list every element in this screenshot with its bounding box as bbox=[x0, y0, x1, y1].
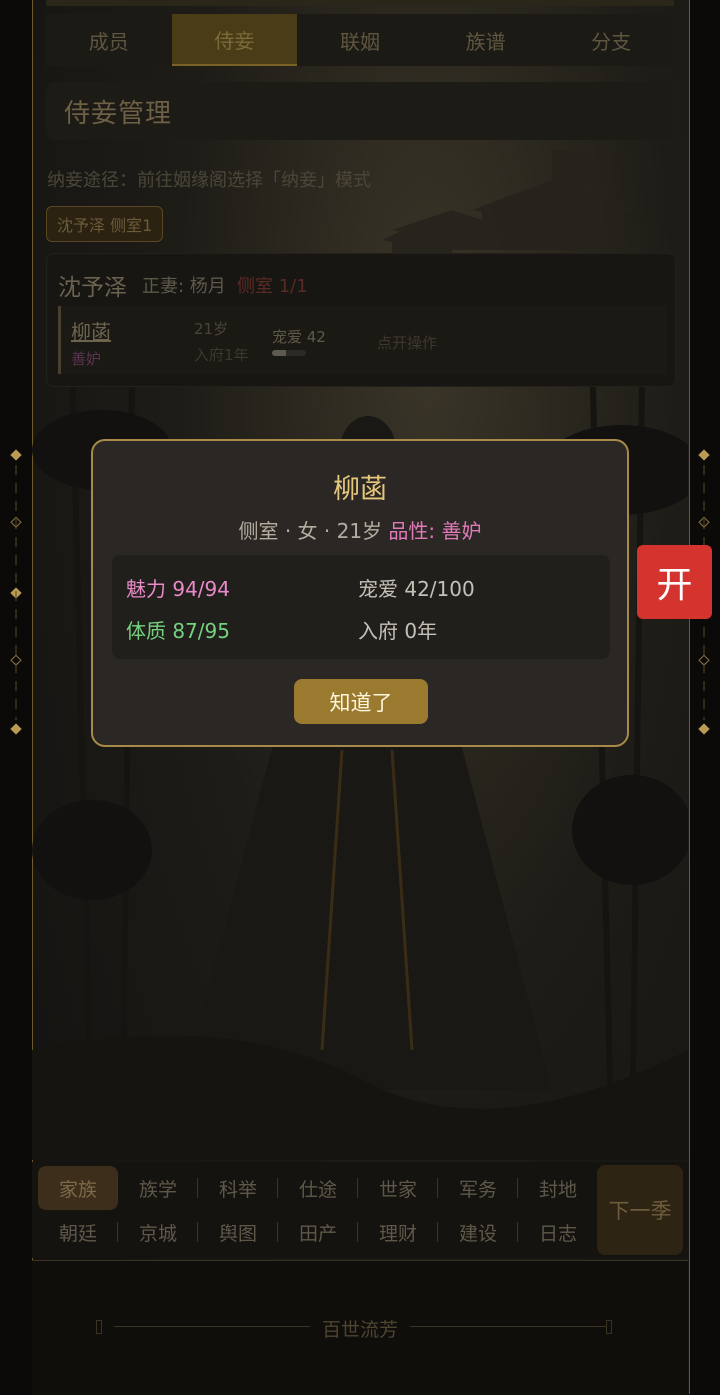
charm-stat: 魅力 94/94 bbox=[126, 577, 230, 601]
nav-career[interactable]: 仕途 bbox=[278, 1166, 358, 1210]
dialog-trait: 品性: 善妒 bbox=[388, 519, 482, 543]
tab-genealogy[interactable]: 族谱 bbox=[423, 14, 549, 66]
favor-bar bbox=[272, 350, 306, 356]
section-title: 侍妾管理 bbox=[46, 82, 674, 140]
nav-estate[interactable]: 田产 bbox=[278, 1210, 358, 1254]
acquire-hint: 纳妾途径：前往姻缘阁选择「纳妾」模式 bbox=[47, 170, 371, 191]
open-float-button[interactable]: 开 bbox=[637, 545, 712, 619]
nav-finance[interactable]: 理财 bbox=[358, 1210, 438, 1254]
favor-stat: 宠爱 42/100 bbox=[358, 577, 475, 601]
nav-fief[interactable]: 封地 bbox=[518, 1166, 598, 1210]
favor-label: 宠爱 42 bbox=[272, 328, 326, 346]
nav-exam[interactable]: 科举 bbox=[198, 1166, 278, 1210]
bottom-nav: 家族 族学 科举 仕途 世家 军务 封地 朝廷 京城 舆图 田产 理财 建设 日… bbox=[32, 1162, 688, 1258]
concubine-since: 入府1年 bbox=[194, 346, 249, 364]
wife-label: 正妻: 杨月 bbox=[142, 276, 226, 297]
concubine-name[interactable]: 柳菡 bbox=[71, 316, 111, 345]
favor-bar-fill bbox=[272, 350, 287, 356]
concubine-trait: 善妒 bbox=[71, 350, 102, 368]
nav-clan-school[interactable]: 族学 bbox=[118, 1166, 198, 1210]
tab-branches[interactable]: 分支 bbox=[548, 14, 674, 66]
tab-marriage[interactable]: 联姻 bbox=[297, 14, 423, 66]
nav-grid: 家族 族学 科举 仕途 世家 军务 封地 朝廷 京城 舆图 田产 理财 建设 日… bbox=[38, 1166, 598, 1256]
tab-concubines[interactable]: 侍妾 bbox=[171, 14, 298, 66]
dialog-subtitle: 侧室 · 女 · 21岁 品性: 善妒 bbox=[93, 515, 627, 544]
member-card: 沈予泽 正妻: 杨月 侧室 1/1 柳菡 善妒 21岁 入府1年 宠爱 42 点… bbox=[46, 253, 676, 387]
footer-right-line bbox=[410, 1326, 606, 1327]
nav-map[interactable]: 舆图 bbox=[198, 1210, 278, 1254]
footer-right-cap bbox=[606, 1320, 612, 1334]
nav-court[interactable]: 朝廷 bbox=[38, 1210, 118, 1254]
tab-members[interactable]: 成员 bbox=[46, 14, 172, 66]
concubine-count: 侧室 1/1 bbox=[237, 276, 308, 297]
tap-to-operate: 点开操作 bbox=[377, 334, 438, 352]
nav-clans[interactable]: 世家 bbox=[358, 1166, 438, 1210]
health-stat: 体质 87/95 bbox=[126, 619, 230, 643]
nav-log[interactable]: 日志 bbox=[518, 1210, 598, 1254]
nav-capital[interactable]: 京城 bbox=[118, 1210, 198, 1254]
years-stat: 入府 0年 bbox=[358, 619, 438, 643]
ok-button[interactable]: 知道了 bbox=[294, 679, 428, 724]
concubine-row[interactable]: 柳菡 善妒 21岁 入府1年 宠爱 42 点开操作 bbox=[58, 306, 667, 374]
concubine-age: 21岁 bbox=[194, 320, 229, 338]
top-status-strip bbox=[46, 0, 674, 6]
member-name: 沈予泽 bbox=[58, 275, 127, 301]
family-tabs: 成员 侍妾 联姻 族谱 分支 bbox=[46, 14, 674, 66]
dialog-basic-info: 侧室 · 女 · 21岁 bbox=[238, 519, 383, 543]
left-ornament bbox=[10, 449, 22, 735]
member-filter-chip[interactable]: 沈予泽 侧室1 bbox=[46, 206, 164, 242]
stats-panel: 魅力 94/94 体质 87/95 宠爱 42/100 入府 0年 bbox=[112, 555, 610, 659]
nav-family[interactable]: 家族 bbox=[38, 1166, 118, 1210]
footer-banner: 百世流芳 bbox=[32, 1260, 688, 1395]
next-season-button[interactable]: 下一季 bbox=[597, 1165, 683, 1255]
nav-military[interactable]: 军务 bbox=[438, 1166, 518, 1210]
concubine-detail-dialog: 柳菡 侧室 · 女 · 21岁 品性: 善妒 魅力 94/94 体质 87/95… bbox=[91, 439, 629, 747]
game-brand: 百世流芳 bbox=[321, 1319, 398, 1341]
dialog-title: 柳菡 bbox=[333, 474, 387, 505]
nav-build[interactable]: 建设 bbox=[438, 1210, 518, 1254]
